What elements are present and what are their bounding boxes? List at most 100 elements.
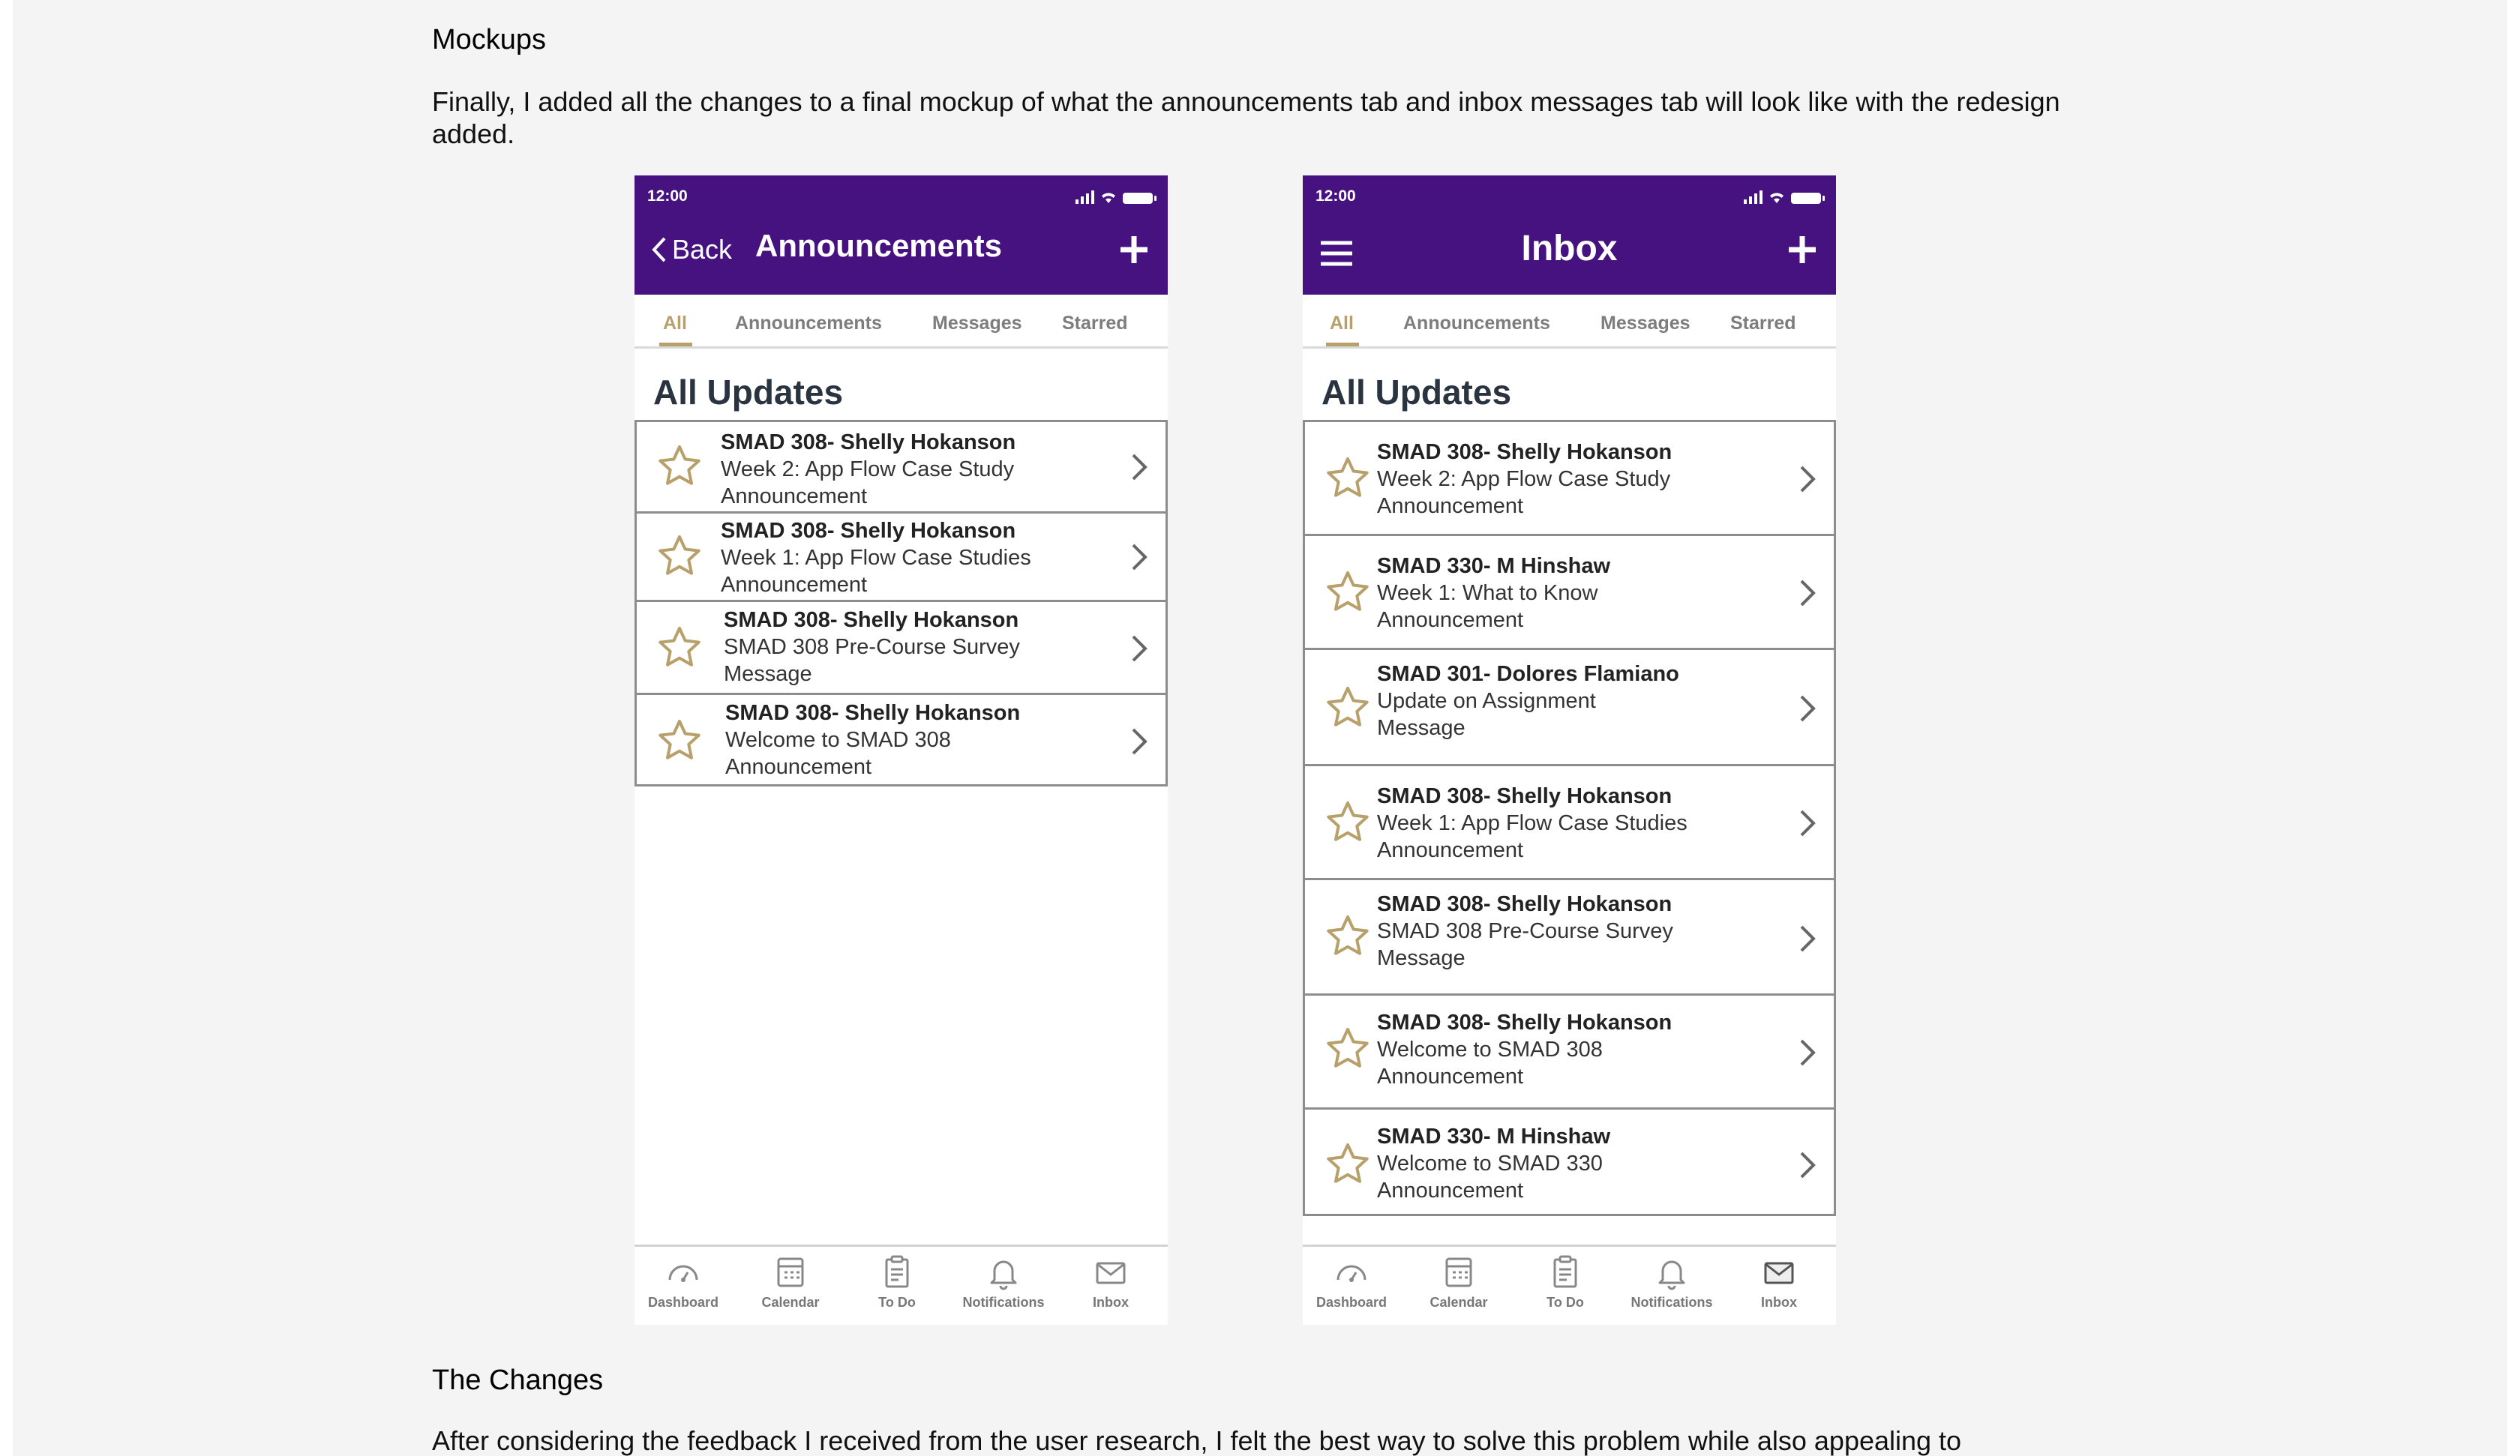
tabbar-todo[interactable]: To Do — [1516, 1254, 1614, 1311]
announcements-mockup: 12:00 Back Announcements All Announcemen… — [634, 175, 1168, 1325]
item-text: SMAD 308- Shelly Hokanson Week 1: App Fl… — [721, 517, 1113, 598]
phone-header: 12:00 Inbox — [1303, 175, 1836, 295]
item-text: SMAD 308- Shelly Hokanson Week 2: App Fl… — [1377, 439, 1781, 520]
tab-all[interactable]: All — [663, 313, 687, 334]
filter-tabs: All Announcements Messages Starred — [634, 295, 1168, 349]
tab-messages[interactable]: Messages — [1600, 313, 1690, 334]
mockups-heading: Mockups — [432, 24, 547, 55]
tabbar-calendar[interactable]: Calendar — [1410, 1254, 1508, 1311]
battery-icon — [1791, 193, 1825, 204]
star-icon[interactable] — [1324, 1141, 1371, 1188]
list-item[interactable]: SMAD 308- Shelly Hokanson Week 1: App Fl… — [1303, 764, 1836, 878]
star-icon[interactable] — [1324, 799, 1371, 846]
tabbar-label: Notifications — [1630, 1295, 1713, 1310]
phone-header: 12:00 Back Announcements — [634, 175, 1168, 295]
star-icon[interactable] — [1324, 685, 1371, 731]
chevron-right-icon — [1132, 728, 1148, 755]
add-icon[interactable] — [1118, 234, 1150, 265]
item-type: Announcement — [1377, 494, 1524, 518]
item-type: Announcement — [1377, 838, 1524, 862]
item-type: Announcement — [721, 484, 868, 508]
item-subject: Welcome to SMAD 330 — [1377, 1152, 1603, 1176]
item-course: SMAD 330- M Hinshaw — [1377, 1125, 1610, 1149]
item-course: SMAD 301- Dolores Flamiano — [1377, 662, 1679, 686]
tabbar-calendar[interactable]: Calendar — [742, 1254, 839, 1311]
tabbar-notifications[interactable]: Notifications — [1623, 1254, 1720, 1311]
star-icon[interactable] — [656, 625, 703, 671]
clipboard-icon — [1553, 1255, 1577, 1288]
active-tab-indicator — [1326, 343, 1359, 346]
tabbar-inbox[interactable]: Inbox — [1730, 1254, 1828, 1311]
tab-starred[interactable]: Starred — [1730, 313, 1796, 334]
item-type: Announcement — [1377, 1065, 1524, 1089]
tab-announcements[interactable]: Announcements — [1403, 313, 1550, 334]
tabbar-notifications[interactable]: Notifications — [955, 1254, 1052, 1311]
wifi-icon — [1770, 193, 1784, 203]
mail-icon — [1764, 1262, 1794, 1284]
star-icon[interactable] — [1324, 1026, 1371, 1072]
star-icon[interactable] — [1324, 913, 1371, 960]
changes-paragraph-wrap: After considering the feedback I receive… — [432, 1425, 2157, 1456]
item-text: SMAD 308- Shelly Hokanson Welcome to SMA… — [1377, 1009, 1781, 1090]
mockups-paragraph: Finally, I added all the changes to a fi… — [432, 86, 2060, 149]
tab-messages[interactable]: Messages — [932, 313, 1022, 334]
item-text: SMAD 308- Shelly Hokanson Week 1: App Fl… — [1377, 783, 1781, 864]
tab-all[interactable]: All — [1330, 313, 1354, 334]
star-icon[interactable] — [1324, 569, 1371, 616]
mail-icon — [1096, 1262, 1126, 1284]
item-text: SMAD 330- M Hinshaw Week 1: What to Know… — [1377, 553, 1781, 634]
speedometer-icon — [1336, 1265, 1366, 1282]
filter-tabs: All Announcements Messages Starred — [1303, 295, 1836, 349]
tab-starred[interactable]: Starred — [1062, 313, 1128, 334]
tabbar-inbox[interactable]: Inbox — [1062, 1254, 1160, 1311]
list-item[interactable]: SMAD 308- Shelly Hokanson Week 2: App Fl… — [1303, 420, 1836, 534]
tabbar-label: Inbox — [1761, 1295, 1797, 1310]
list-item[interactable]: SMAD 308- Shelly Hokanson Welcome to SMA… — [1303, 993, 1836, 1107]
item-course: SMAD 308- Shelly Hokanson — [1377, 784, 1672, 808]
star-icon[interactable] — [656, 533, 703, 580]
item-course: SMAD 308- Shelly Hokanson — [721, 430, 1016, 454]
inbox-mockup: 12:00 Inbox All Announcements Messages S… — [1303, 175, 1836, 1325]
tabbar-todo[interactable]: To Do — [848, 1254, 946, 1311]
item-subject: Welcome to SMAD 308 — [725, 728, 951, 752]
add-icon[interactable] — [1786, 234, 1818, 265]
item-subject: Week 2: App Flow Case Study — [721, 457, 1015, 481]
chevron-right-icon — [1800, 580, 1816, 607]
item-subject: Welcome to SMAD 308 — [1377, 1038, 1603, 1062]
tabbar-dashboard[interactable]: Dashboard — [634, 1254, 732, 1311]
chevron-right-icon — [1800, 810, 1816, 837]
tabbar-label: Calendar — [761, 1295, 820, 1310]
tabbar-label: Calendar — [1430, 1295, 1488, 1310]
item-type: Announcement — [1377, 1179, 1524, 1203]
list-item[interactable]: SMAD 308- Shelly Hokanson Welcome to SMA… — [634, 693, 1168, 786]
section-title: All Updates — [653, 373, 844, 412]
article-page: Mockups Finally, I added all the changes… — [13, 0, 2507, 1456]
item-text: SMAD 330- M Hinshaw Welcome to SMAD 330 … — [1377, 1123, 1781, 1204]
list-item[interactable]: SMAD 308- Shelly Hokanson Week 1: App Fl… — [634, 511, 1168, 600]
status-time: 12:00 — [647, 187, 688, 205]
calendar-icon — [777, 1257, 804, 1287]
list-item[interactable]: SMAD 330- M Hinshaw Week 1: What to Know… — [1303, 534, 1836, 648]
item-text: SMAD 301- Dolores Flamiano Update on Ass… — [1377, 661, 1781, 741]
item-type: Message — [724, 662, 812, 686]
item-type: Message — [1377, 716, 1466, 740]
tabbar-dashboard[interactable]: Dashboard — [1303, 1254, 1400, 1311]
bottom-tab-bar: Dashboard Calendar To Do Notifications I… — [1303, 1245, 1836, 1325]
list-item[interactable]: SMAD 308- Shelly Hokanson SMAD 308 Pre-C… — [1303, 878, 1836, 993]
list-item[interactable]: SMAD 308- Shelly Hokanson Week 2: App Fl… — [634, 420, 1168, 511]
signal-icon — [1076, 190, 1094, 204]
item-course: SMAD 308- Shelly Hokanson — [721, 519, 1016, 543]
star-icon[interactable] — [656, 718, 703, 764]
item-subject: SMAD 308 Pre-Course Survey — [724, 635, 1020, 659]
chevron-right-icon — [1132, 635, 1148, 662]
mockups-section: Mockups — [432, 22, 2082, 57]
battery-icon — [1123, 193, 1156, 204]
tab-announcements[interactable]: Announcements — [735, 313, 882, 334]
list-item[interactable]: SMAD 308- Shelly Hokanson SMAD 308 Pre-C… — [634, 600, 1168, 693]
item-subject: SMAD 308 Pre-Course Survey — [1377, 919, 1673, 943]
item-type: Message — [1377, 946, 1466, 970]
star-icon[interactable] — [1324, 455, 1371, 502]
list-item[interactable]: SMAD 301- Dolores Flamiano Update on Ass… — [1303, 648, 1836, 764]
list-item[interactable]: SMAD 330- M Hinshaw Welcome to SMAD 330 … — [1303, 1107, 1836, 1216]
star-icon[interactable] — [656, 443, 703, 490]
